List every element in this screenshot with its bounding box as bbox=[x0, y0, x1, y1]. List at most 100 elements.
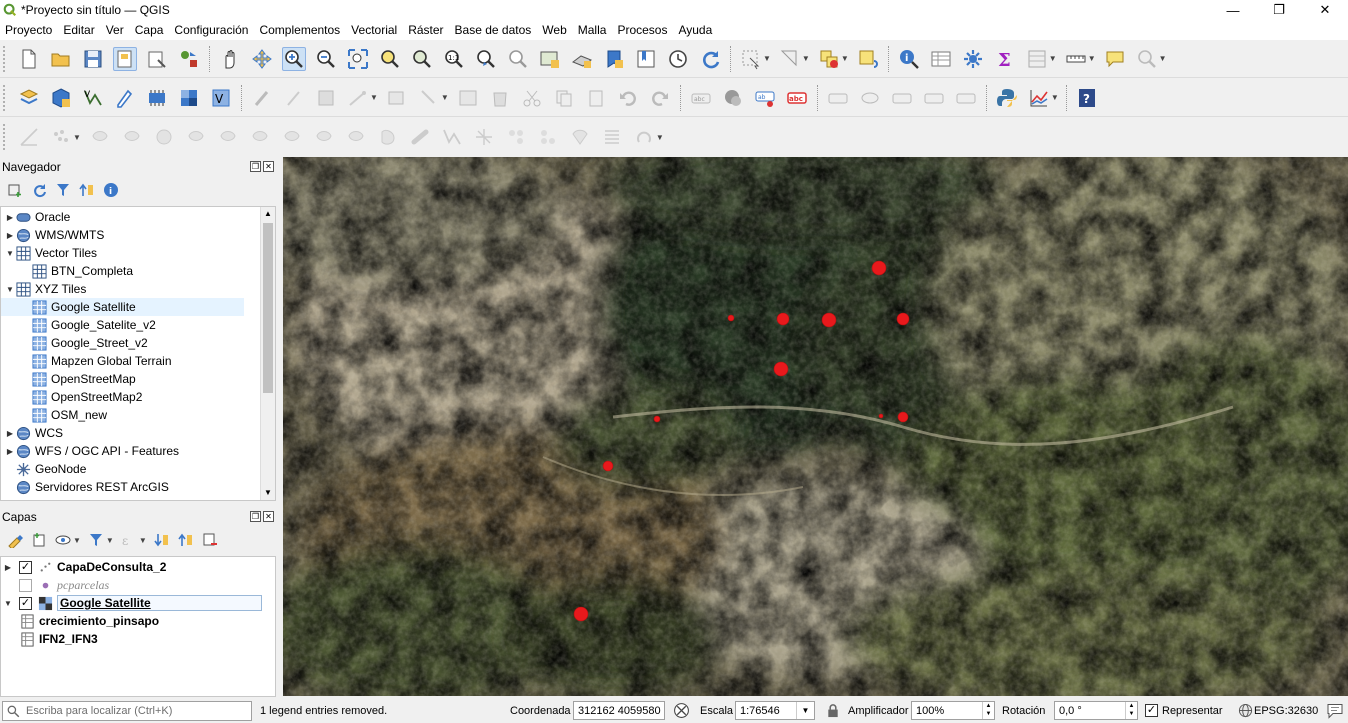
layer-item[interactable]: pcparcelas bbox=[1, 576, 275, 594]
collapse-all-icon[interactable] bbox=[177, 531, 195, 549]
magnifier-stepper[interactable]: ▲ ▼ bbox=[982, 702, 994, 719]
expand-arrow-icon[interactable]: ▶ bbox=[5, 231, 15, 240]
identify-features-icon[interactable]: i bbox=[897, 47, 921, 71]
copy-features-icon[interactable] bbox=[552, 86, 576, 110]
menu-ver[interactable]: Ver bbox=[101, 23, 130, 37]
edit-attributes-icon[interactable] bbox=[456, 86, 480, 110]
browser-scrollbar[interactable]: ▲ ▼ bbox=[260, 207, 275, 500]
crs-label[interactable]: EPSG:32630 bbox=[1254, 705, 1318, 717]
label-toolbar-icon[interactable]: abc bbox=[689, 86, 713, 110]
shape-tool-8-icon[interactable] bbox=[312, 125, 336, 149]
remove-layer-icon[interactable] bbox=[201, 531, 219, 549]
browser-item[interactable]: Mapzen Global Terrain bbox=[1, 352, 244, 370]
profile-tool-icon[interactable] bbox=[1027, 86, 1051, 110]
query-point-marker[interactable] bbox=[896, 312, 910, 326]
toolbar-handle[interactable] bbox=[3, 45, 9, 72]
new-map-view-icon[interactable] bbox=[538, 47, 562, 71]
filter-legend-icon[interactable] bbox=[87, 531, 105, 549]
toolbar-handle[interactable] bbox=[3, 84, 9, 111]
shape-tool-13-icon[interactable] bbox=[472, 125, 496, 149]
expand-arrow-icon[interactable]: ▼ bbox=[3, 599, 13, 608]
zoom-to-layer-icon[interactable] bbox=[410, 47, 434, 71]
scale-dropdown-arrow[interactable]: ▼ bbox=[796, 702, 814, 719]
zoom-full-icon[interactable] bbox=[346, 47, 370, 71]
browser-item[interactable]: Google Satellite bbox=[1, 298, 244, 316]
shape-tool-6-icon[interactable] bbox=[248, 125, 272, 149]
expand-all-icon[interactable] bbox=[153, 531, 171, 549]
close-panel-button[interactable]: ✕ bbox=[263, 161, 274, 172]
manage-visibility-icon[interactable] bbox=[54, 531, 72, 549]
browser-item[interactable]: BTN_Completa bbox=[1, 262, 244, 280]
move-label-icon[interactable] bbox=[890, 86, 914, 110]
menu-editar[interactable]: Editar bbox=[58, 23, 100, 37]
refresh-icon[interactable] bbox=[30, 181, 48, 199]
menu-complementos[interactable]: Complementos bbox=[254, 23, 346, 37]
add-vector-layer-icon[interactable]: V bbox=[81, 86, 105, 110]
scroll-up-arrow[interactable]: ▲ bbox=[261, 207, 275, 221]
shape-tool-7-icon[interactable] bbox=[280, 125, 304, 149]
show-bookmarks-icon[interactable] bbox=[634, 47, 658, 71]
shape-tool-3-icon[interactable] bbox=[152, 125, 176, 149]
map-tips-icon[interactable] bbox=[1103, 47, 1127, 71]
measure-line-icon[interactable] bbox=[1064, 47, 1088, 71]
toggle-extents-icon[interactable] bbox=[673, 702, 690, 719]
browser-item[interactable]: ▶ WCS bbox=[1, 424, 244, 442]
new-project-icon[interactable] bbox=[17, 47, 41, 71]
maximize-button[interactable]: ❐ bbox=[1256, 0, 1302, 20]
pan-to-selection-icon[interactable] bbox=[250, 47, 274, 71]
coordinate-field[interactable]: 312162 4059580 bbox=[573, 701, 665, 720]
layer-item[interactable]: crecimiento_pinsapo bbox=[1, 612, 275, 630]
refresh-icon[interactable] bbox=[698, 47, 722, 71]
browser-item[interactable]: Google_Satelite_v2 bbox=[1, 316, 244, 334]
select-features-icon[interactable] bbox=[739, 47, 763, 71]
redo-icon[interactable] bbox=[648, 86, 672, 110]
vertex-tool-icon[interactable] bbox=[385, 86, 409, 110]
add-selected-layers-icon[interactable] bbox=[6, 181, 24, 199]
zoom-in-icon[interactable] bbox=[282, 46, 306, 71]
show-hide-labels-icon[interactable] bbox=[858, 86, 882, 110]
filter-expression-icon[interactable]: ε bbox=[120, 531, 138, 549]
add-wms-layer-icon[interactable]: V bbox=[209, 86, 233, 110]
magnifier-spinbox[interactable]: 100% ▲ ▼ bbox=[911, 701, 995, 720]
scroll-down-arrow[interactable]: ▼ bbox=[261, 486, 275, 500]
browser-item[interactable]: Servidores REST ArcGIS bbox=[1, 478, 244, 496]
select-by-value-icon[interactable] bbox=[778, 47, 802, 71]
rotate-label-icon[interactable] bbox=[922, 86, 946, 110]
shape-tool-9-icon[interactable] bbox=[344, 125, 368, 149]
new-geopackage-icon[interactable] bbox=[49, 86, 73, 110]
browser-item[interactable]: ▶ WMS/WMTS bbox=[1, 226, 244, 244]
query-point-marker[interactable] bbox=[821, 312, 837, 328]
point-cloud-icon[interactable] bbox=[49, 125, 73, 149]
browser-item[interactable]: OSM_new bbox=[1, 406, 244, 424]
menu-capa[interactable]: Capa bbox=[130, 23, 170, 37]
rotation-stepper[interactable]: ▲ ▼ bbox=[1125, 702, 1137, 719]
menu-web[interactable]: Web bbox=[537, 23, 572, 37]
zoom-to-selection-icon[interactable] bbox=[378, 47, 402, 71]
add-raster-layer-icon[interactable] bbox=[177, 86, 201, 110]
rotation-spinbox[interactable]: 0,0 ° ▲ ▼ bbox=[1054, 701, 1138, 720]
open-layer-styling-icon[interactable] bbox=[6, 531, 24, 549]
cut-features-icon[interactable] bbox=[520, 86, 544, 110]
expand-arrow-icon[interactable]: ▶ bbox=[5, 447, 15, 456]
zoom-next-icon[interactable] bbox=[506, 47, 530, 71]
digitize-icon[interactable] bbox=[346, 86, 370, 110]
shape-tool-10-icon[interactable] bbox=[376, 125, 400, 149]
processing-toolbox-icon[interactable] bbox=[961, 47, 985, 71]
diagram-options-icon[interactable] bbox=[721, 86, 745, 110]
locator-search-field[interactable]: Escriba para localizar (Ctrl+K) bbox=[2, 701, 252, 721]
layer-item[interactable]: ▼ ✓ Google Satellite bbox=[1, 594, 275, 612]
query-point-marker[interactable] bbox=[573, 606, 589, 622]
change-label-icon[interactable] bbox=[954, 86, 978, 110]
menu-ayuda[interactable]: Ayuda bbox=[673, 23, 718, 37]
attribute-table-icon[interactable] bbox=[929, 47, 953, 71]
help-icon[interactable]: ? bbox=[1075, 86, 1099, 110]
shape-tool-5-icon[interactable] bbox=[216, 125, 240, 149]
query-point-marker[interactable] bbox=[897, 411, 909, 423]
layer-item[interactable]: ▶ ✓ CapaDeConsulta_2 bbox=[1, 558, 275, 576]
browser-item[interactable]: OpenStreetMap2 bbox=[1, 388, 244, 406]
scale-combobox[interactable]: 1:76546 ▼ bbox=[735, 701, 815, 720]
close-button[interactable]: ✕ bbox=[1302, 0, 1348, 20]
data-source-manager-icon[interactable] bbox=[17, 86, 41, 110]
rotate-tool-icon[interactable] bbox=[632, 125, 656, 149]
pin-labels-icon[interactable] bbox=[826, 86, 850, 110]
